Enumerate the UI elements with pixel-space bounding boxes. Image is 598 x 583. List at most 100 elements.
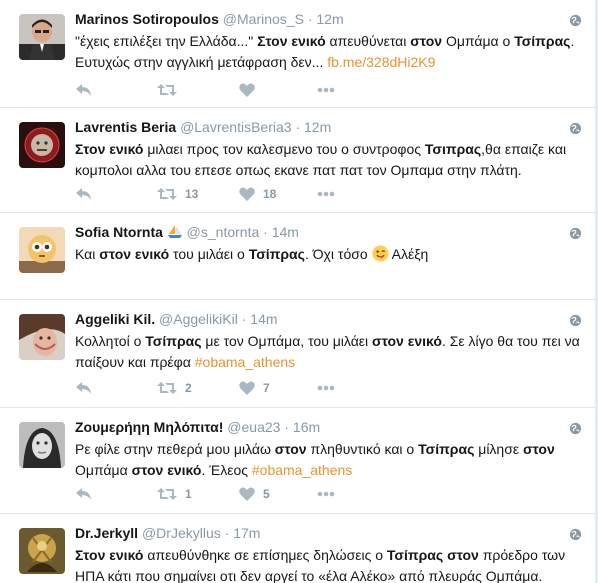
tweet-link[interactable]: fb.me/328dHi2K9	[327, 54, 435, 70]
author-handle[interactable]: @s_ntornta	[187, 224, 260, 240]
tweet-text: "έχεις επιλέξει την Ελλάδα..." Στον ενικ…	[75, 31, 580, 73]
more-button[interactable]	[317, 378, 335, 398]
reply-icon	[76, 84, 91, 96]
retweet-count: 1	[185, 487, 192, 501]
reply-button[interactable]	[75, 484, 93, 504]
tweet-text-segment: Ομπάμα ο	[442, 33, 515, 49]
like-count: 18	[263, 187, 277, 201]
avatar[interactable]	[19, 422, 65, 468]
highlighted-term: Τσίπρας	[514, 33, 571, 49]
avatar[interactable]	[19, 314, 65, 360]
highlighted-term: στον	[522, 441, 555, 457]
highlighted-term: στον	[410, 33, 443, 49]
like-button[interactable]	[239, 80, 263, 100]
author-name[interactable]: Marinos Sotiropoulos	[75, 11, 219, 27]
author-name[interactable]: Lavrentis Beria	[75, 119, 176, 135]
highlighted-term: Τσίπρας	[386, 547, 444, 563]
reply-icon	[76, 188, 91, 200]
author-handle[interactable]: @AggelikiKil	[159, 311, 238, 327]
tweet-timestamp[interactable]: 12m	[304, 119, 331, 135]
highlighted-term: Στον ενικό	[75, 141, 144, 157]
tweet-timeline: Marinos Sotiropoulos @Marinos_S · 12m "έ…	[0, 0, 596, 583]
winking-face-tongue-emoji-icon	[372, 245, 389, 262]
tweet-text-segment: του μιλάει ο	[169, 246, 249, 262]
retweet-button[interactable]: 1	[157, 484, 192, 504]
highlighted-term: στον ενικό	[372, 333, 442, 349]
highlighted-term: στον	[274, 441, 307, 457]
tweet-timestamp[interactable]: 14m	[250, 311, 277, 327]
highlighted-term: στον	[447, 547, 479, 563]
tweet-text-segment: με τον Ομπάμα, του μιλάει	[201, 333, 373, 349]
retweet-icon	[157, 488, 177, 500]
globe-icon	[569, 227, 582, 240]
more-icon	[317, 87, 335, 93]
author-name[interactable]: Sofia Ntornta	[75, 224, 163, 240]
author-name[interactable]: Aggeliki Kil.	[75, 311, 155, 327]
tweet[interactable]: Ζουμερήηη Μηλόπιτα! @eua23 · 16m Ρε φίλε…	[0, 408, 595, 514]
tweet-link[interactable]: #obama_athens	[252, 462, 352, 478]
tweet-link[interactable]: #obama_athens	[195, 354, 295, 370]
heart-icon	[239, 487, 255, 501]
tweet-timestamp[interactable]: 12m	[316, 11, 343, 27]
author-handle[interactable]: @DrJekyllus	[142, 525, 221, 541]
highlighted-term: Τσιπρας	[424, 141, 482, 157]
highlighted-term: Τσίπρας	[248, 246, 305, 262]
tweet[interactable]: Aggeliki Kil. @AggelikiKil · 14m Κολλητο…	[0, 300, 595, 408]
highlighted-term: στον ενικό	[131, 462, 202, 478]
retweet-button[interactable]: 2	[157, 378, 192, 398]
globe-icon	[569, 122, 582, 135]
highlighted-term: Τσίπρας	[145, 333, 202, 349]
tweet[interactable]: Marinos Sotiropoulos @Marinos_S · 12m "έ…	[0, 0, 595, 108]
tweet[interactable]: Dr.Jerkyll @DrJekyllus · 17m Στον ενικό …	[0, 514, 595, 583]
tweet-text: Και στον ενικό του μιλάει ο Τσίπρας. Όχι…	[75, 244, 580, 265]
more-button[interactable]	[317, 484, 335, 504]
author-handle[interactable]: @Marinos_S	[223, 11, 304, 27]
author-handle[interactable]: @eua23	[227, 419, 280, 435]
tweet[interactable]: Lavrentis Beria @LavrentisBeria3 · 12m Σ…	[0, 108, 595, 213]
highlighted-term: Στον ενικό	[75, 547, 144, 563]
reply-button[interactable]	[75, 80, 93, 100]
tweet-text: Στον ενικό απευθύνθηκε σε επίσημες δηλώσ…	[75, 545, 580, 583]
author-name[interactable]: Dr.Jerkyll	[75, 525, 138, 541]
tweet-text-segment: Και	[75, 246, 100, 262]
heart-icon	[239, 83, 255, 97]
author-name[interactable]: Ζουμερήηη Μηλόπιτα!	[75, 419, 223, 435]
tweet-text-segment: Κολλητοί ο	[75, 333, 146, 349]
retweet-count: 13	[185, 187, 199, 201]
retweet-icon	[157, 188, 177, 200]
globe-icon	[569, 528, 582, 541]
retweet-button[interactable]	[157, 80, 185, 100]
tweet-timestamp[interactable]: 14m	[272, 224, 299, 240]
reply-button[interactable]	[75, 184, 93, 204]
globe-icon	[569, 422, 582, 435]
more-button[interactable]	[317, 184, 335, 204]
like-count: 5	[263, 487, 270, 501]
tweet-text-segment: . Όχι τόσο	[304, 246, 372, 262]
tweet-text-segment: Αλέξη	[388, 246, 429, 262]
reply-icon	[76, 382, 91, 394]
tweet-timestamp[interactable]: 17m	[233, 525, 260, 541]
tweet-text-segment: . Έλεος	[201, 462, 252, 478]
avatar[interactable]	[19, 227, 65, 273]
tweet-timestamp[interactable]: 16m	[293, 419, 320, 435]
avatar[interactable]	[19, 528, 65, 574]
tweet[interactable]: Sofia Ntornta @s_ntornta · 14m Και στον …	[0, 213, 595, 300]
heart-icon	[239, 381, 255, 395]
more-icon	[317, 491, 335, 497]
tweet-text-segment: μιλαει προς τον καλεσμενο του ο συντροφο…	[143, 141, 425, 157]
like-button[interactable]: 18	[239, 184, 276, 204]
reply-button[interactable]	[75, 378, 93, 398]
like-button[interactable]: 7	[239, 378, 270, 398]
avatar[interactable]	[19, 122, 65, 168]
tweet-text-segment: απευθύνθηκε σε επίσημες δηλώσεις ο	[143, 547, 387, 563]
like-button[interactable]: 5	[239, 484, 270, 504]
avatar[interactable]	[19, 14, 65, 60]
more-button[interactable]	[317, 80, 335, 100]
author-handle[interactable]: @LavrentisBeria3	[180, 119, 292, 135]
heart-icon	[239, 187, 255, 201]
sailboat-emoji-icon	[167, 225, 182, 238]
tweet-text: Κολλητοί ο Τσίπρας με τον Ομπάμα, του μι…	[75, 331, 580, 373]
tweet-text-segment: απευθύνεται	[325, 33, 411, 49]
like-count: 7	[263, 381, 270, 395]
retweet-button[interactable]: 13	[157, 184, 198, 204]
